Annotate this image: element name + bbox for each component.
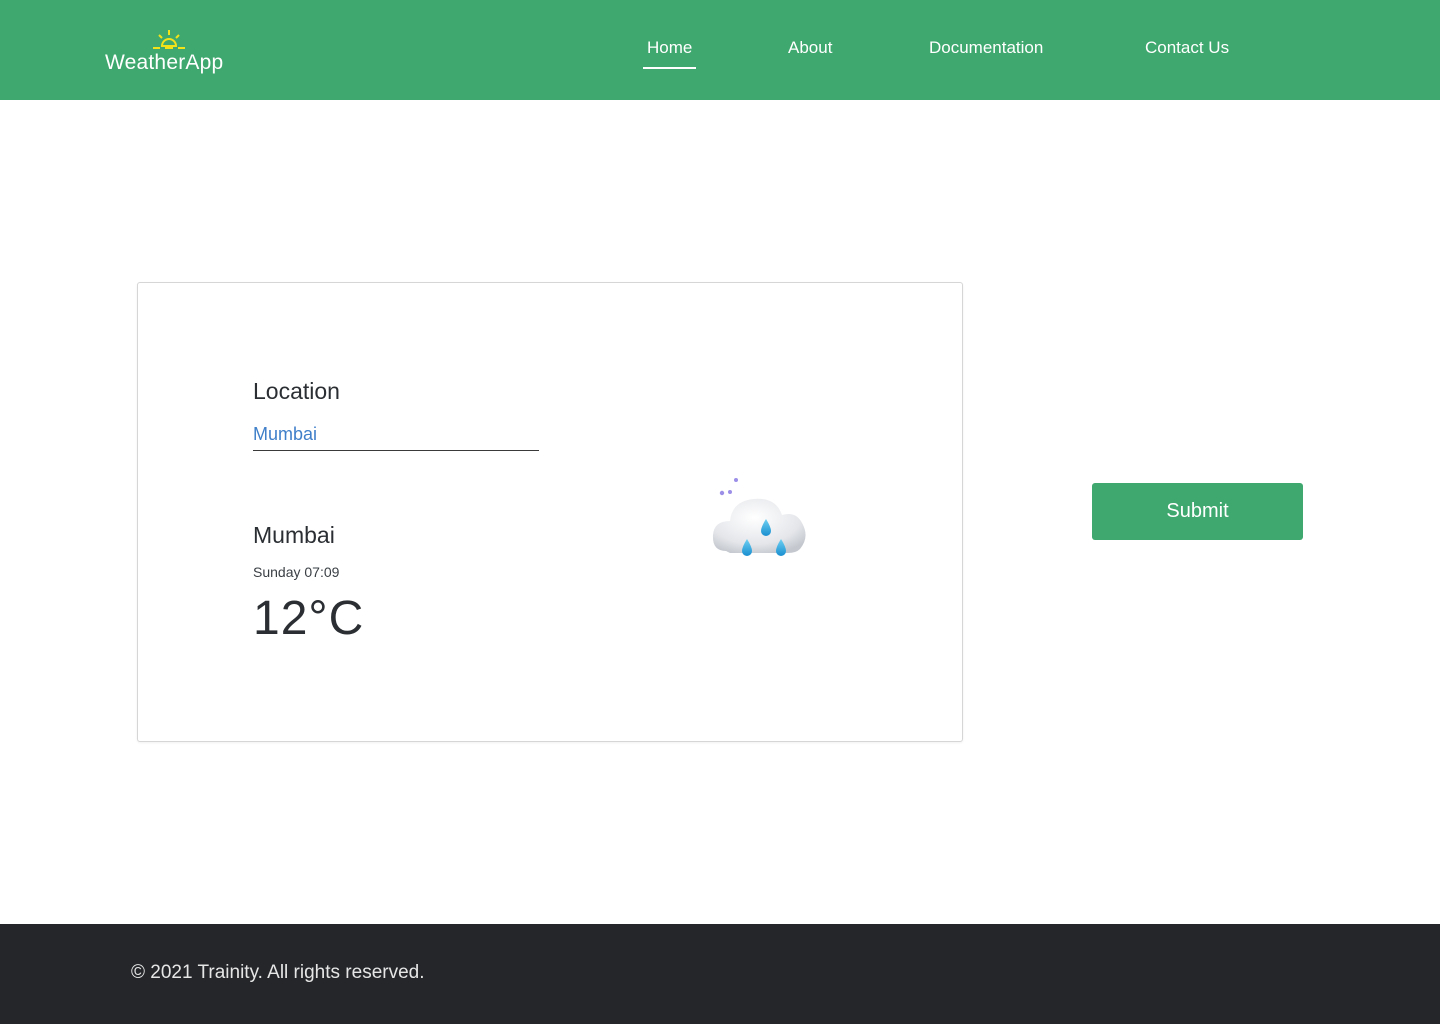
location-input[interactable] (253, 419, 539, 451)
nav-documentation[interactable]: Documentation (929, 38, 1043, 58)
date-time: Sunday 07:09 (253, 564, 340, 580)
night-rain-cloud-icon (712, 470, 824, 556)
submit-button[interactable]: Submit (1092, 483, 1303, 540)
top-navbar: WeatherApp Home About Documentation Cont… (0, 0, 1440, 100)
copyright-text: © 2021 Trainity. All rights reserved. (131, 962, 425, 983)
nav-about[interactable]: About (788, 38, 832, 58)
nav-contact-us[interactable]: Contact Us (1145, 38, 1229, 58)
main-nav: Home About Documentation Contact Us (0, 38, 1440, 78)
footer: © 2021 Trainity. All rights reserved. (0, 924, 1440, 1024)
location-label: Location (253, 378, 340, 404)
city-name: Mumbai (253, 522, 335, 548)
weather-card: Location Mumbai Sunday 07:09 12°C (137, 282, 963, 742)
nav-home[interactable]: Home (642, 38, 697, 69)
temperature: 12°C (253, 592, 365, 645)
